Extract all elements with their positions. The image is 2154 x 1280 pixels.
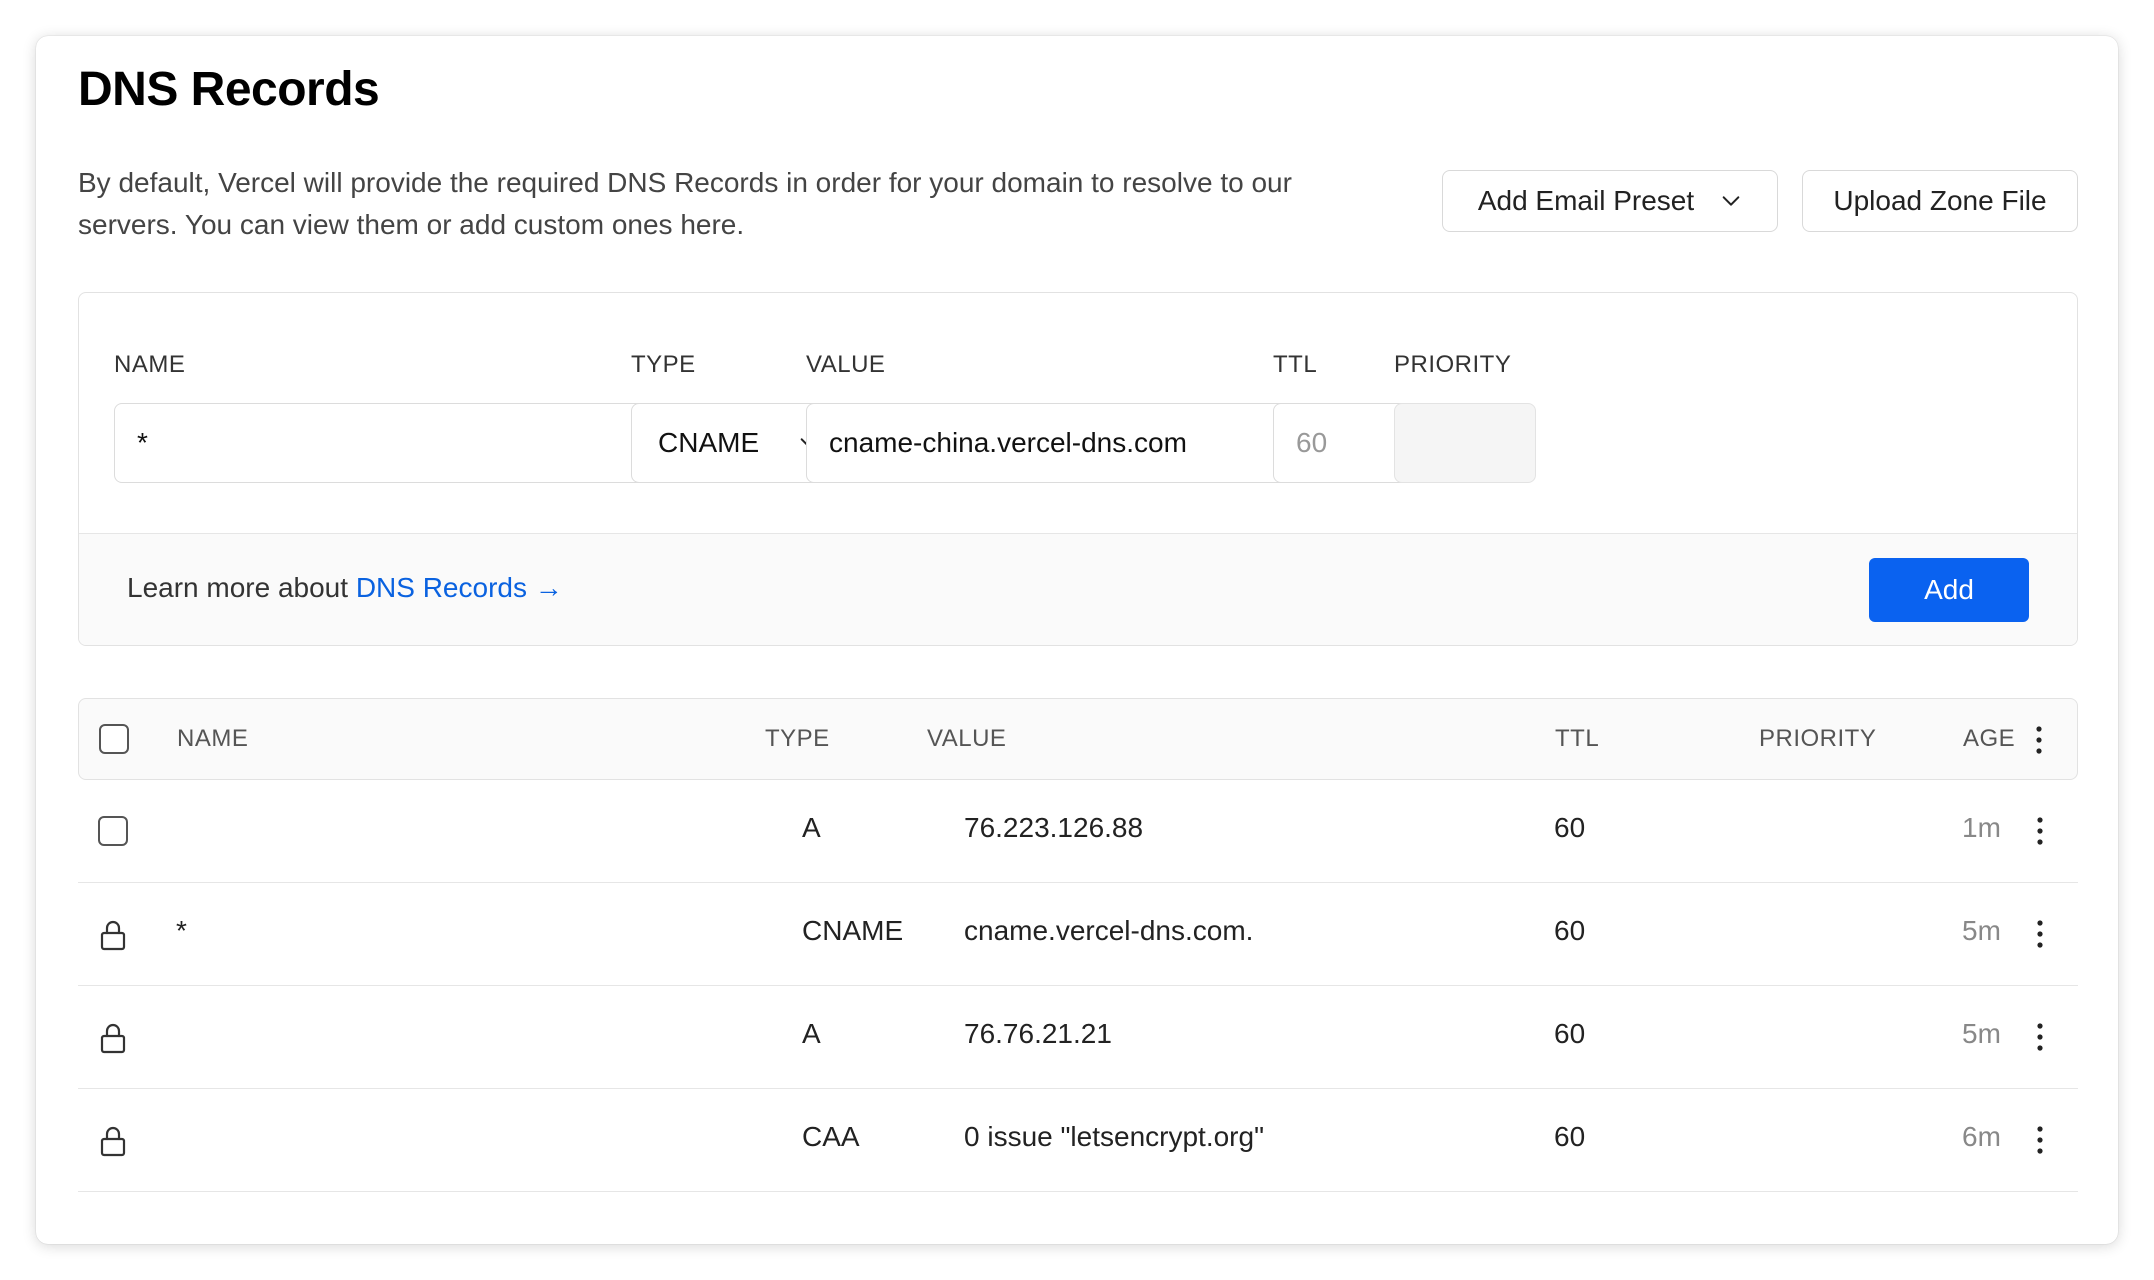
ttl-input[interactable] (1296, 427, 1392, 459)
row-age: 5m (1962, 1018, 2001, 1049)
header-ttl: TTL (1555, 725, 1600, 752)
table-header: NAME TYPE VALUE TTL PRIORITY AGE (78, 698, 2078, 780)
add-record-form: NAME TYPE VALUE TTL PRIORITY CNAME Learn… (78, 292, 2078, 646)
row-ttl: 60 (1554, 1018, 1586, 1049)
dns-records-card: DNS Records By default, Vercel will prov… (36, 36, 2118, 1244)
row-type: CAA (802, 1121, 860, 1152)
row-type: A (802, 1018, 821, 1049)
row-checkbox[interactable] (98, 816, 128, 846)
row-age: 6m (1962, 1121, 2001, 1152)
learn-more-text: Learn more about DNS Records → (127, 572, 563, 604)
more-vertical-icon[interactable] (2036, 919, 2044, 949)
more-vertical-icon[interactable] (2036, 1125, 2044, 1155)
row-type: A (802, 812, 821, 843)
more-vertical-icon[interactable] (2035, 725, 2043, 755)
row-ttl: 60 (1554, 915, 1586, 946)
ttl-field-label: TTL (1273, 351, 1318, 378)
table-row: A 76.76.21.21 60 5m (78, 986, 2078, 1089)
header-age: AGE (1963, 725, 2016, 752)
row-value: cname.vercel-dns.com. (964, 915, 1254, 946)
upload-zone-file-button[interactable]: Upload Zone File (1802, 170, 2078, 232)
table-row: A 76.223.126.88 60 1m (78, 780, 2078, 883)
row-type: CNAME (802, 915, 904, 946)
dns-records-link[interactable]: DNS Records → (356, 572, 563, 603)
row-value: 0 issue "letsencrypt.org" (964, 1121, 1265, 1152)
row-name: * (176, 915, 187, 946)
add-record-button[interactable]: Add (1869, 558, 2029, 622)
row-ttl: 60 (1554, 812, 1586, 843)
chevron-down-icon (1722, 196, 1740, 206)
lock-icon (100, 920, 126, 951)
type-select-value: CNAME (658, 427, 760, 458)
more-vertical-icon[interactable] (2036, 1022, 2044, 1052)
name-field-label: NAME (114, 351, 186, 378)
dns-records-table: NAME TYPE VALUE TTL PRIORITY AGE A 76.22… (78, 698, 2078, 1192)
page-title: DNS Records (78, 63, 380, 116)
form-footer: Learn more about DNS Records → Add (79, 533, 2077, 645)
value-field-label: VALUE (806, 351, 886, 378)
header-value: VALUE (927, 725, 1007, 752)
type-field-label: TYPE (631, 351, 696, 378)
row-ttl: 60 (1554, 1121, 1586, 1152)
row-value: 76.76.21.21 (964, 1018, 1112, 1049)
row-age: 5m (1962, 915, 2001, 946)
table-row: * CNAME cname.vercel-dns.com. 60 5m (78, 883, 2078, 986)
lock-icon (100, 1023, 126, 1054)
add-email-preset-button[interactable]: Add Email Preset (1442, 170, 1778, 232)
more-vertical-icon[interactable] (2036, 816, 2044, 846)
page-description: By default, Vercel will provide the requ… (78, 167, 1292, 240)
select-all-checkbox[interactable] (99, 724, 129, 754)
header-type: TYPE (765, 725, 830, 752)
learn-more-prefix: Learn more about (127, 572, 356, 603)
table-row: CAA 0 issue "letsencrypt.org" 60 6m (78, 1089, 2078, 1192)
header-name: NAME (177, 725, 249, 752)
lock-icon (100, 1126, 126, 1157)
add-email-preset-label: Add Email Preset (1477, 185, 1695, 216)
priority-input (1417, 427, 1513, 459)
upload-zone-file-label: Upload Zone File (1833, 185, 2047, 216)
row-value: 76.223.126.88 (964, 812, 1144, 843)
priority-input-wrapper (1394, 403, 1536, 483)
priority-field-label: PRIORITY (1394, 351, 1512, 378)
header-priority: PRIORITY (1759, 725, 1877, 752)
row-age: 1m (1962, 812, 2001, 843)
